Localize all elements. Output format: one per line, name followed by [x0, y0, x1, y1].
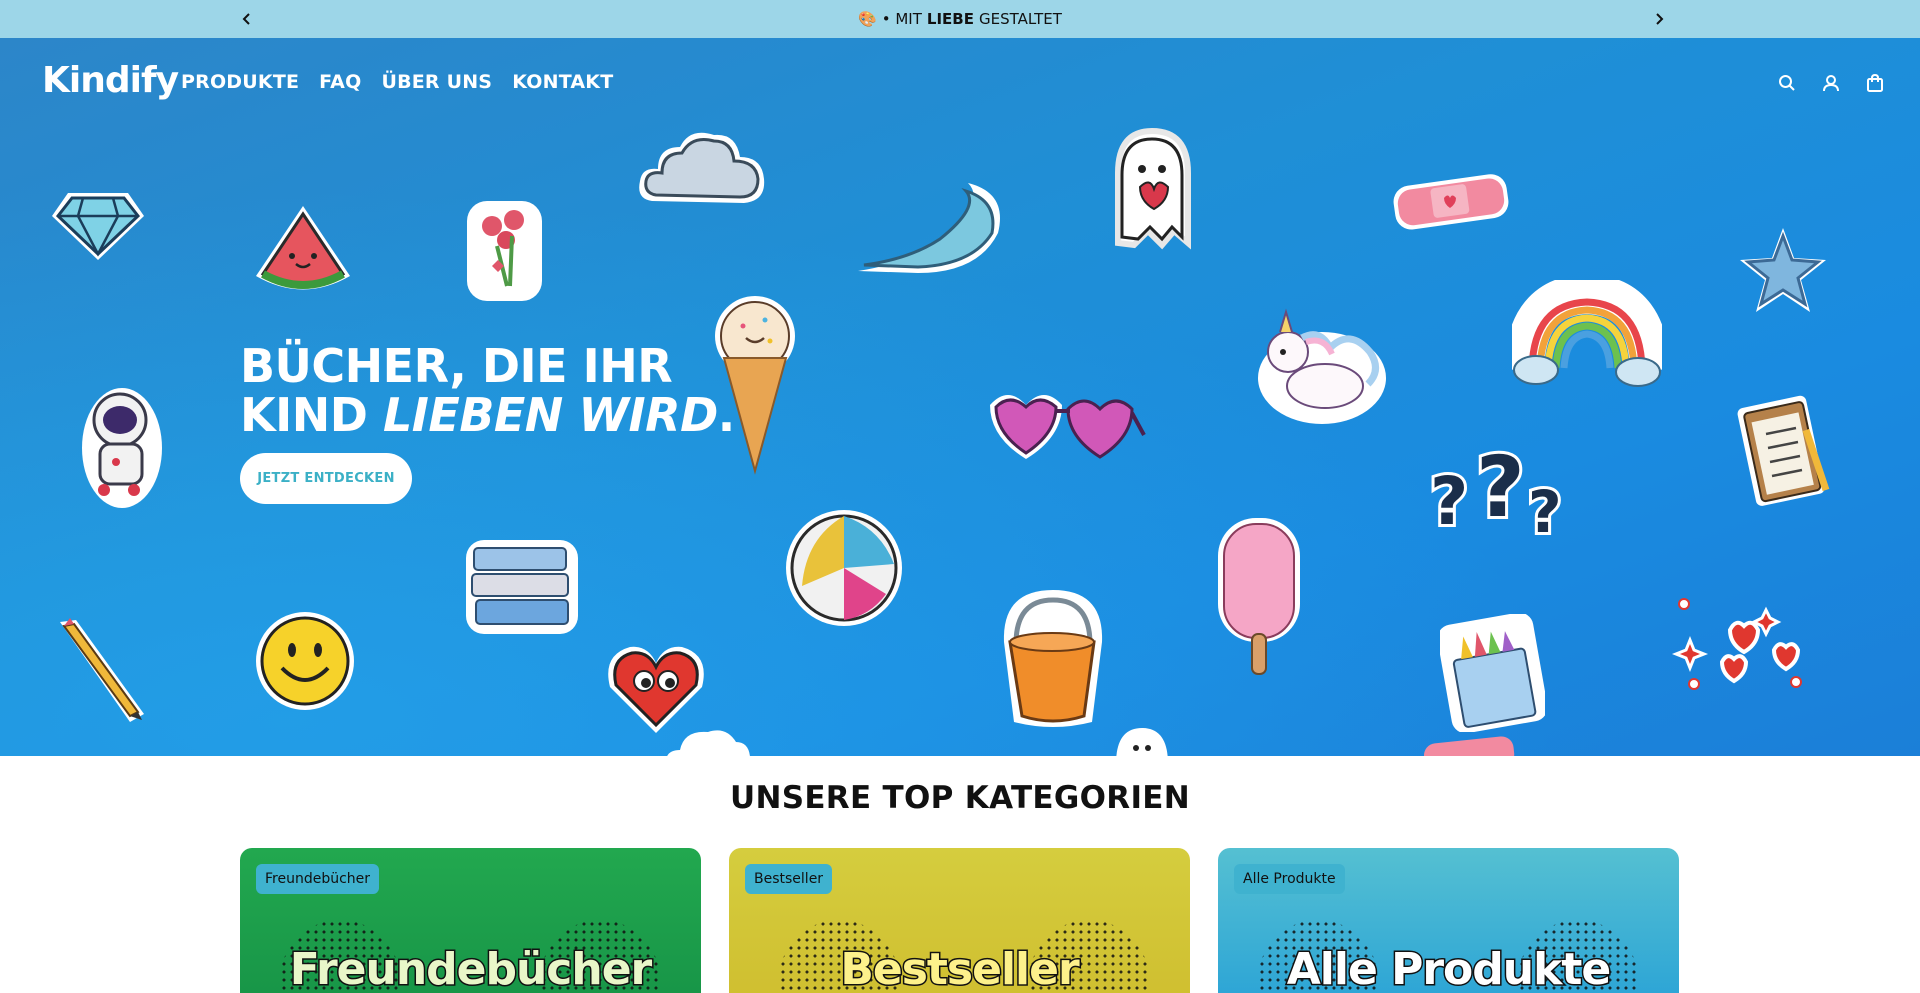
- category-title: Freundebücher: [288, 943, 654, 993]
- rainbow-sticker: [1512, 280, 1662, 387]
- wave-sticker: [858, 183, 1000, 273]
- hero-title-line1: BÜCHER, DIE IHR: [240, 339, 673, 393]
- hero-title-line2-end: .: [717, 388, 735, 442]
- cloud-small-sticker: [667, 730, 750, 756]
- svg-text:?: ?: [1476, 438, 1525, 536]
- hero-title: BÜCHER, DIE IHR KIND LIEBEN WIRD.: [240, 342, 735, 440]
- category-title: Alle Produkte: [1285, 943, 1613, 993]
- ghost-sticker: [1115, 127, 1191, 250]
- nav-item-kontakt[interactable]: KONTAKT: [512, 71, 613, 93]
- hero-title-line2-plain: KIND: [240, 388, 368, 442]
- site-header: Kindify PRODUKTE FAQ ÜBER UNS KONTAKT: [0, 38, 1920, 128]
- ghost-small-sticker: [1116, 728, 1168, 756]
- nav-item-ueber-uns[interactable]: ÜBER UNS: [381, 71, 492, 93]
- account-icon[interactable]: [1820, 72, 1842, 94]
- sunglasses-sticker: [990, 395, 1146, 459]
- question-marks-sticker: ? ? ?: [1428, 436, 1565, 541]
- astronaut-sticker: [82, 388, 162, 508]
- pencil-sticker: [60, 618, 144, 722]
- announcement-suffix: GESTALTET: [978, 10, 1062, 28]
- hero-title-line2-italic: LIEBEN WIRD: [382, 388, 718, 442]
- cta-button[interactable]: JETZT ENTDECKEN: [240, 453, 412, 504]
- category-card-bestseller[interactable]: Bestseller Bestseller: [729, 848, 1190, 993]
- announcement-emphasis: LIEBE: [926, 10, 974, 28]
- main-nav: PRODUKTE FAQ ÜBER UNS KONTAKT: [181, 71, 613, 93]
- announcement-message: 🎨 • MIT LIEBE GESTALTET: [858, 10, 1062, 28]
- popsicle-sticker: [1218, 518, 1300, 675]
- category-badge: Bestseller: [745, 864, 833, 894]
- announcement-bar: 🎨 • MIT LIEBE GESTALTET: [0, 0, 1920, 38]
- category-title: Bestseller: [839, 943, 1081, 993]
- svg-text:?: ?: [1528, 478, 1562, 541]
- chevron-right-icon[interactable]: [1644, 0, 1674, 38]
- nav-item-faq[interactable]: FAQ: [319, 71, 361, 93]
- category-card-alle-produkte[interactable]: Alle Produkte Alle Produkte: [1218, 848, 1679, 993]
- crayons-sticker: [1440, 614, 1545, 732]
- bandage-small-sticker: [1423, 736, 1515, 756]
- bandage-sticker: [1393, 174, 1509, 230]
- category-badge: Alle Produkte: [1234, 864, 1345, 894]
- beach-ball-sticker: [786, 510, 902, 626]
- unicorn-sticker: [1258, 308, 1386, 424]
- category-badge: Freundebücher: [256, 864, 380, 894]
- cloud-sticker: [639, 132, 765, 203]
- hearts-sticker: [1671, 598, 1802, 690]
- announcement-prefix: • MIT: [881, 10, 922, 28]
- header-icons: [1776, 72, 1886, 94]
- clipboard-sticker: [1737, 395, 1830, 506]
- cart-icon[interactable]: [1864, 72, 1886, 94]
- bucket-sticker: [1003, 590, 1103, 727]
- smiley-sticker: [256, 612, 354, 710]
- heart-face-sticker: [608, 646, 704, 733]
- svg-text:?: ?: [1430, 463, 1468, 540]
- chevron-left-icon[interactable]: [232, 0, 262, 38]
- palette-emoji: 🎨: [858, 10, 877, 28]
- nav-item-produkte[interactable]: PRODUKTE: [181, 71, 299, 93]
- site-logo[interactable]: Kindify: [42, 60, 179, 101]
- books-sticker: [466, 540, 578, 634]
- star-sticker: [1740, 228, 1826, 312]
- watermelon-sticker: [256, 206, 350, 290]
- category-card-freundebuecher[interactable]: Freundebücher Freundebücher: [240, 848, 701, 993]
- search-icon[interactable]: [1776, 72, 1798, 94]
- diamond-sticker: [52, 193, 144, 260]
- categories-heading: UNSERE TOP KATEGORIEN: [729, 780, 1191, 816]
- flowers-sticker: [467, 201, 542, 301]
